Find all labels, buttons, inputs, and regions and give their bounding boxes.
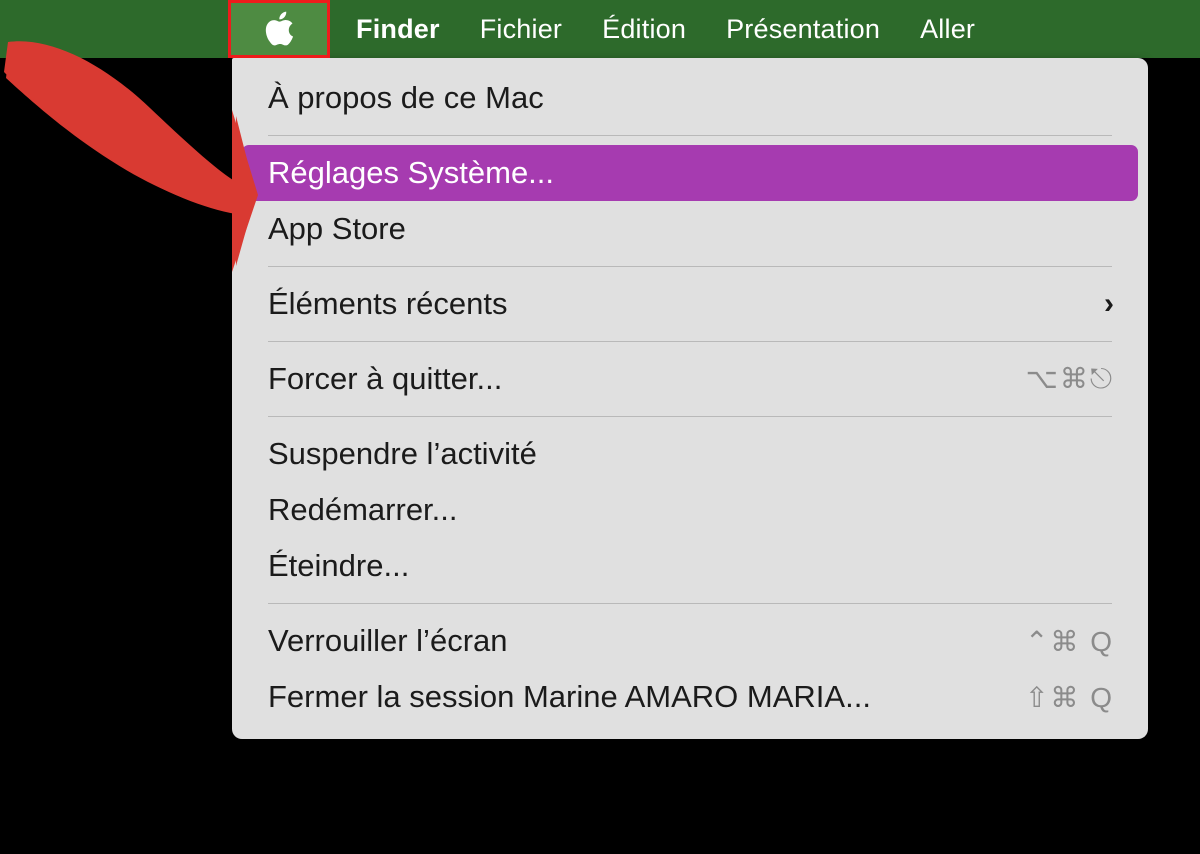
menu-item-label: Forcer à quitter... bbox=[268, 361, 503, 396]
menu-item-system-settings[interactable]: Réglages Système... bbox=[242, 145, 1138, 201]
menu-item-label: Éléments récents bbox=[268, 286, 508, 321]
menu-item-label: À propos de ce Mac bbox=[268, 80, 544, 115]
menu-bar-left-spacer bbox=[0, 0, 228, 58]
menu-item-label: Redémarrer... bbox=[268, 492, 458, 527]
screen: Finder Fichier Édition Présentation Alle… bbox=[0, 0, 1200, 854]
menu-item-force-quit[interactable]: Forcer à quitter... ⌥⌘⎋ bbox=[242, 351, 1138, 407]
apple-menu-button[interactable] bbox=[228, 0, 330, 58]
menu-item-shut-down[interactable]: Éteindre... bbox=[242, 538, 1138, 594]
apple-logo-icon bbox=[265, 11, 294, 46]
menu-item-label: Éteindre... bbox=[268, 548, 410, 583]
menu-separator bbox=[268, 416, 1112, 417]
menu-item-restart[interactable]: Redémarrer... bbox=[242, 482, 1138, 538]
menu-item-app-store[interactable]: App Store bbox=[242, 201, 1138, 257]
menu-item-label: App Store bbox=[268, 211, 406, 246]
chevron-right-icon: › bbox=[1104, 287, 1114, 320]
menu-item-label: Fermer la session Marine AMARO MARIA... bbox=[268, 679, 871, 714]
menu-item-label: Réglages Système... bbox=[268, 155, 555, 190]
menu-item-shortcut: ⌥⌘⎋ bbox=[1025, 363, 1114, 394]
menu-item-sleep[interactable]: Suspendre l’activité bbox=[242, 426, 1138, 482]
menu-bar: Finder Fichier Édition Présentation Alle… bbox=[0, 0, 1200, 58]
menu-separator bbox=[268, 266, 1112, 267]
menu-separator bbox=[268, 603, 1112, 604]
menu-item-label: Verrouiller l’écran bbox=[268, 623, 508, 658]
menu-bar-item-finder[interactable]: Finder bbox=[330, 0, 460, 58]
menu-item-label: Suspendre l’activité bbox=[268, 436, 537, 471]
red-curved-arrow-icon bbox=[4, 41, 258, 272]
menu-separator bbox=[268, 135, 1112, 136]
menu-item-shortcut: ⌃⌘ Q bbox=[1024, 625, 1114, 657]
menu-item-recent-items[interactable]: Éléments récents › bbox=[242, 276, 1138, 332]
menu-separator bbox=[268, 341, 1112, 342]
menu-bar-item-edition[interactable]: Édition bbox=[582, 0, 706, 58]
menu-item-about-this-mac[interactable]: À propos de ce Mac bbox=[242, 70, 1138, 126]
apple-dropdown-menu: À propos de ce Mac Réglages Système... A… bbox=[232, 58, 1148, 739]
menu-bar-item-presentation[interactable]: Présentation bbox=[706, 0, 900, 58]
menu-item-log-out[interactable]: Fermer la session Marine AMARO MARIA... … bbox=[242, 669, 1138, 725]
menu-item-shortcut: ⇧⌘ Q bbox=[1024, 681, 1114, 713]
menu-item-lock-screen[interactable]: Verrouiller l’écran ⌃⌘ Q bbox=[242, 613, 1138, 669]
menu-bar-item-aller[interactable]: Aller bbox=[900, 0, 995, 58]
menu-bar-item-fichier[interactable]: Fichier bbox=[460, 0, 582, 58]
